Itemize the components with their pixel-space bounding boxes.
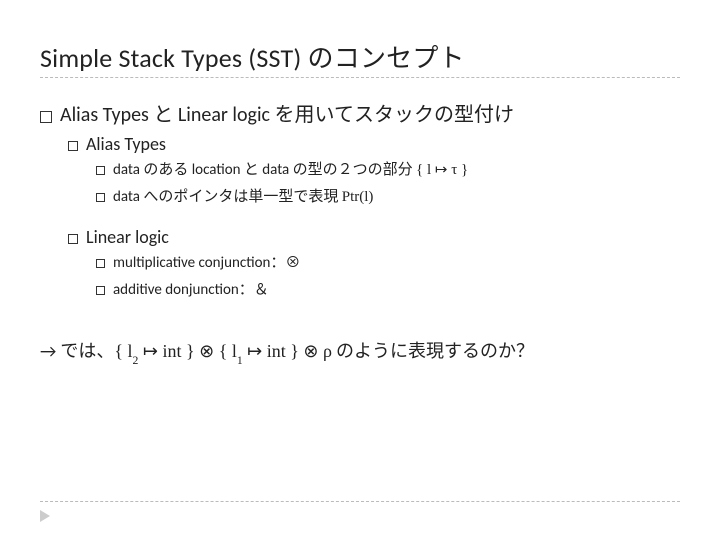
- footer-marker-icon: [40, 510, 50, 522]
- bullet-level3-text: additive donjunction：＆: [113, 279, 269, 302]
- bullet-box-icon: [40, 111, 52, 123]
- bullet-level2-alias: Alias Types: [68, 133, 680, 155]
- slide-body: Alias Types と Linear logic を用いてスタックの型付け …: [40, 88, 680, 365]
- bullet-level3: data へのポインタは単一型で表現 Ptr(l): [96, 186, 680, 209]
- rho-symbol: ρ: [319, 341, 332, 361]
- bullet-level2-text: Alias Types: [86, 133, 166, 155]
- tensor-symbol: ⊗: [199, 340, 214, 362]
- arrow-text: → では、: [40, 340, 114, 362]
- bullet-level3-text: data へのポインタは単一型で表現 Ptr(l): [113, 186, 373, 209]
- tail-text: のように表現するのか？: [332, 340, 534, 362]
- bullet-box-icon: [96, 286, 105, 295]
- bullet-level2-linear: Linear logic: [68, 226, 680, 248]
- text-pre: data へのポインタは単一型で表現: [113, 188, 342, 206]
- bullet-box-icon: [96, 166, 105, 175]
- bullet-level1-text: Alias Types と Linear logic を用いてスタックの型付け: [60, 98, 514, 127]
- title-container: Simple Stack Types (SST) のコンセプト: [40, 30, 680, 78]
- formula: { l1 ↦ int }: [214, 341, 303, 361]
- slide-title: Simple Stack Types (SST) のコンセプト: [40, 38, 680, 75]
- conclusion-line: → では、{ l2 ↦ int } ⊗ { l1 ↦ int } ⊗ ρ のよう…: [40, 337, 680, 365]
- bullet-box-icon: [96, 259, 105, 268]
- tensor-symbol: ⊗: [303, 340, 318, 362]
- slide: Simple Stack Types (SST) のコンセプト Alias Ty…: [0, 0, 720, 540]
- bullet-box-icon: [68, 234, 78, 244]
- formula: Ptr(l): [342, 189, 374, 205]
- bullet-box-icon: [96, 193, 105, 202]
- formula: { l ↦ τ }: [416, 162, 468, 178]
- bullet-level3: additive donjunction：＆: [96, 279, 680, 302]
- footer-divider: [40, 501, 680, 502]
- bullet-level3-text: multiplicative conjunction：⊗: [113, 252, 300, 275]
- bullet-level3-text: data のある location と data の型の２つの部分 { l ↦ …: [113, 159, 468, 182]
- formula: { l2 ↦ int }: [114, 341, 199, 361]
- bullet-level3: multiplicative conjunction：⊗: [96, 252, 680, 275]
- bullet-box-icon: [68, 141, 78, 151]
- bullet-level1: Alias Types と Linear logic を用いてスタックの型付け: [40, 98, 680, 127]
- bullet-level3: data のある location と data の型の２つの部分 { l ↦ …: [96, 159, 680, 182]
- bullet-level2-text: Linear logic: [86, 226, 169, 248]
- text-pre: data のある location と data の型の２つの部分: [113, 161, 416, 179]
